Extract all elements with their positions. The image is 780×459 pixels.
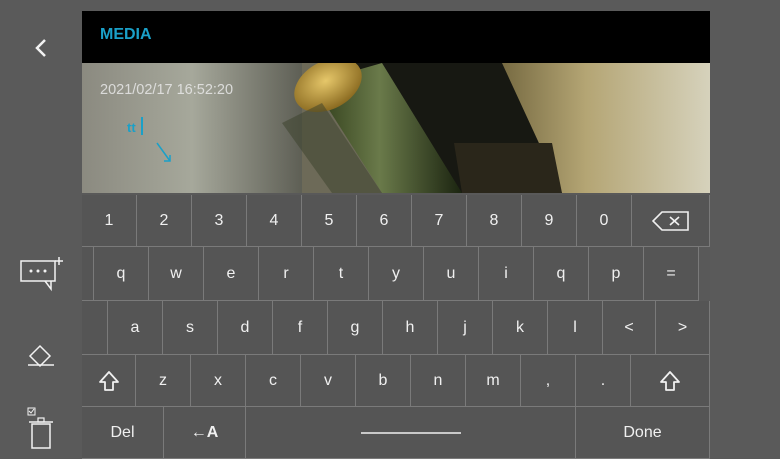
key-k[interactable]: k: [493, 301, 548, 355]
key-equals[interactable]: =: [644, 247, 699, 301]
key-greater-than[interactable]: >: [656, 301, 710, 355]
key-5[interactable]: 5: [302, 195, 357, 247]
key-q2[interactable]: q: [534, 247, 589, 301]
chevron-left-icon: [35, 38, 46, 57]
key-4[interactable]: 4: [247, 195, 302, 247]
key-r[interactable]: r: [259, 247, 314, 301]
done-key[interactable]: Done: [576, 407, 710, 459]
key-6[interactable]: 6: [357, 195, 412, 247]
key-9[interactable]: 9: [522, 195, 577, 247]
key-h[interactable]: h: [383, 301, 438, 355]
eraser-button[interactable]: [0, 330, 82, 375]
backspace-key[interactable]: [632, 195, 710, 247]
key-less-than[interactable]: <: [603, 301, 656, 355]
shift-key-left[interactable]: [82, 355, 136, 407]
key-3[interactable]: 3: [192, 195, 247, 247]
shift-icon: [660, 370, 680, 391]
key-b[interactable]: b: [356, 355, 411, 407]
key-a[interactable]: a: [108, 301, 163, 355]
space-key[interactable]: [246, 407, 576, 459]
key-p[interactable]: p: [589, 247, 644, 301]
key-spacer-left-2: [82, 301, 108, 355]
key-7[interactable]: 7: [412, 195, 467, 247]
key-v[interactable]: v: [301, 355, 356, 407]
add-text-annotation-button[interactable]: [0, 248, 82, 298]
key-g[interactable]: g: [328, 301, 383, 355]
key-period[interactable]: .: [576, 355, 631, 407]
capture-timestamp: 2021/02/17 16:52:20: [100, 82, 234, 98]
key-i[interactable]: i: [479, 247, 534, 301]
inspection-image[interactable]: 2021/02/17 16:52:20 tt: [82, 63, 710, 193]
delete-button[interactable]: [0, 400, 82, 455]
add-text-annotation-icon: [20, 257, 63, 292]
key-1[interactable]: 1: [82, 195, 137, 247]
key-q[interactable]: q: [94, 247, 149, 301]
page-title: MEDIA: [100, 26, 152, 43]
on-screen-keyboard: 1 2 3 4 5 6 7 8 9 0 q w e r t y u i q p …: [82, 193, 710, 459]
key-y[interactable]: y: [369, 247, 424, 301]
eraser-icon: [28, 344, 54, 367]
text-cursor: [141, 117, 143, 135]
key-f[interactable]: f: [273, 301, 328, 355]
key-j[interactable]: j: [438, 301, 493, 355]
header-bar: MEDIA: [82, 11, 710, 63]
shift-icon: [98, 370, 119, 391]
space-bar-icon: [360, 431, 461, 434]
key-2[interactable]: 2: [137, 195, 192, 247]
key-spacer-left: [82, 247, 94, 301]
key-w[interactable]: w: [149, 247, 204, 301]
right-panel: [710, 0, 780, 459]
key-d[interactable]: d: [218, 301, 273, 355]
key-u[interactable]: u: [424, 247, 479, 301]
annotation-text[interactable]: tt: [127, 120, 136, 135]
key-z[interactable]: z: [136, 355, 191, 407]
key-0[interactable]: 0: [577, 195, 632, 247]
trash-icon: [27, 407, 53, 449]
key-comma[interactable]: ,: [521, 355, 576, 407]
key-l[interactable]: l: [548, 301, 603, 355]
shift-key-right[interactable]: [631, 355, 710, 407]
key-m[interactable]: m: [466, 355, 521, 407]
del-key[interactable]: Del: [82, 407, 164, 459]
language-key[interactable]: ←A: [164, 407, 246, 459]
key-x[interactable]: x: [191, 355, 246, 407]
key-n[interactable]: n: [411, 355, 466, 407]
key-c[interactable]: c: [246, 355, 301, 407]
key-e[interactable]: e: [204, 247, 259, 301]
key-s[interactable]: s: [163, 301, 218, 355]
left-toolbar: [0, 0, 82, 459]
key-t[interactable]: t: [314, 247, 369, 301]
key-8[interactable]: 8: [467, 195, 522, 247]
back-button[interactable]: [0, 25, 82, 70]
backspace-icon: [651, 210, 689, 231]
